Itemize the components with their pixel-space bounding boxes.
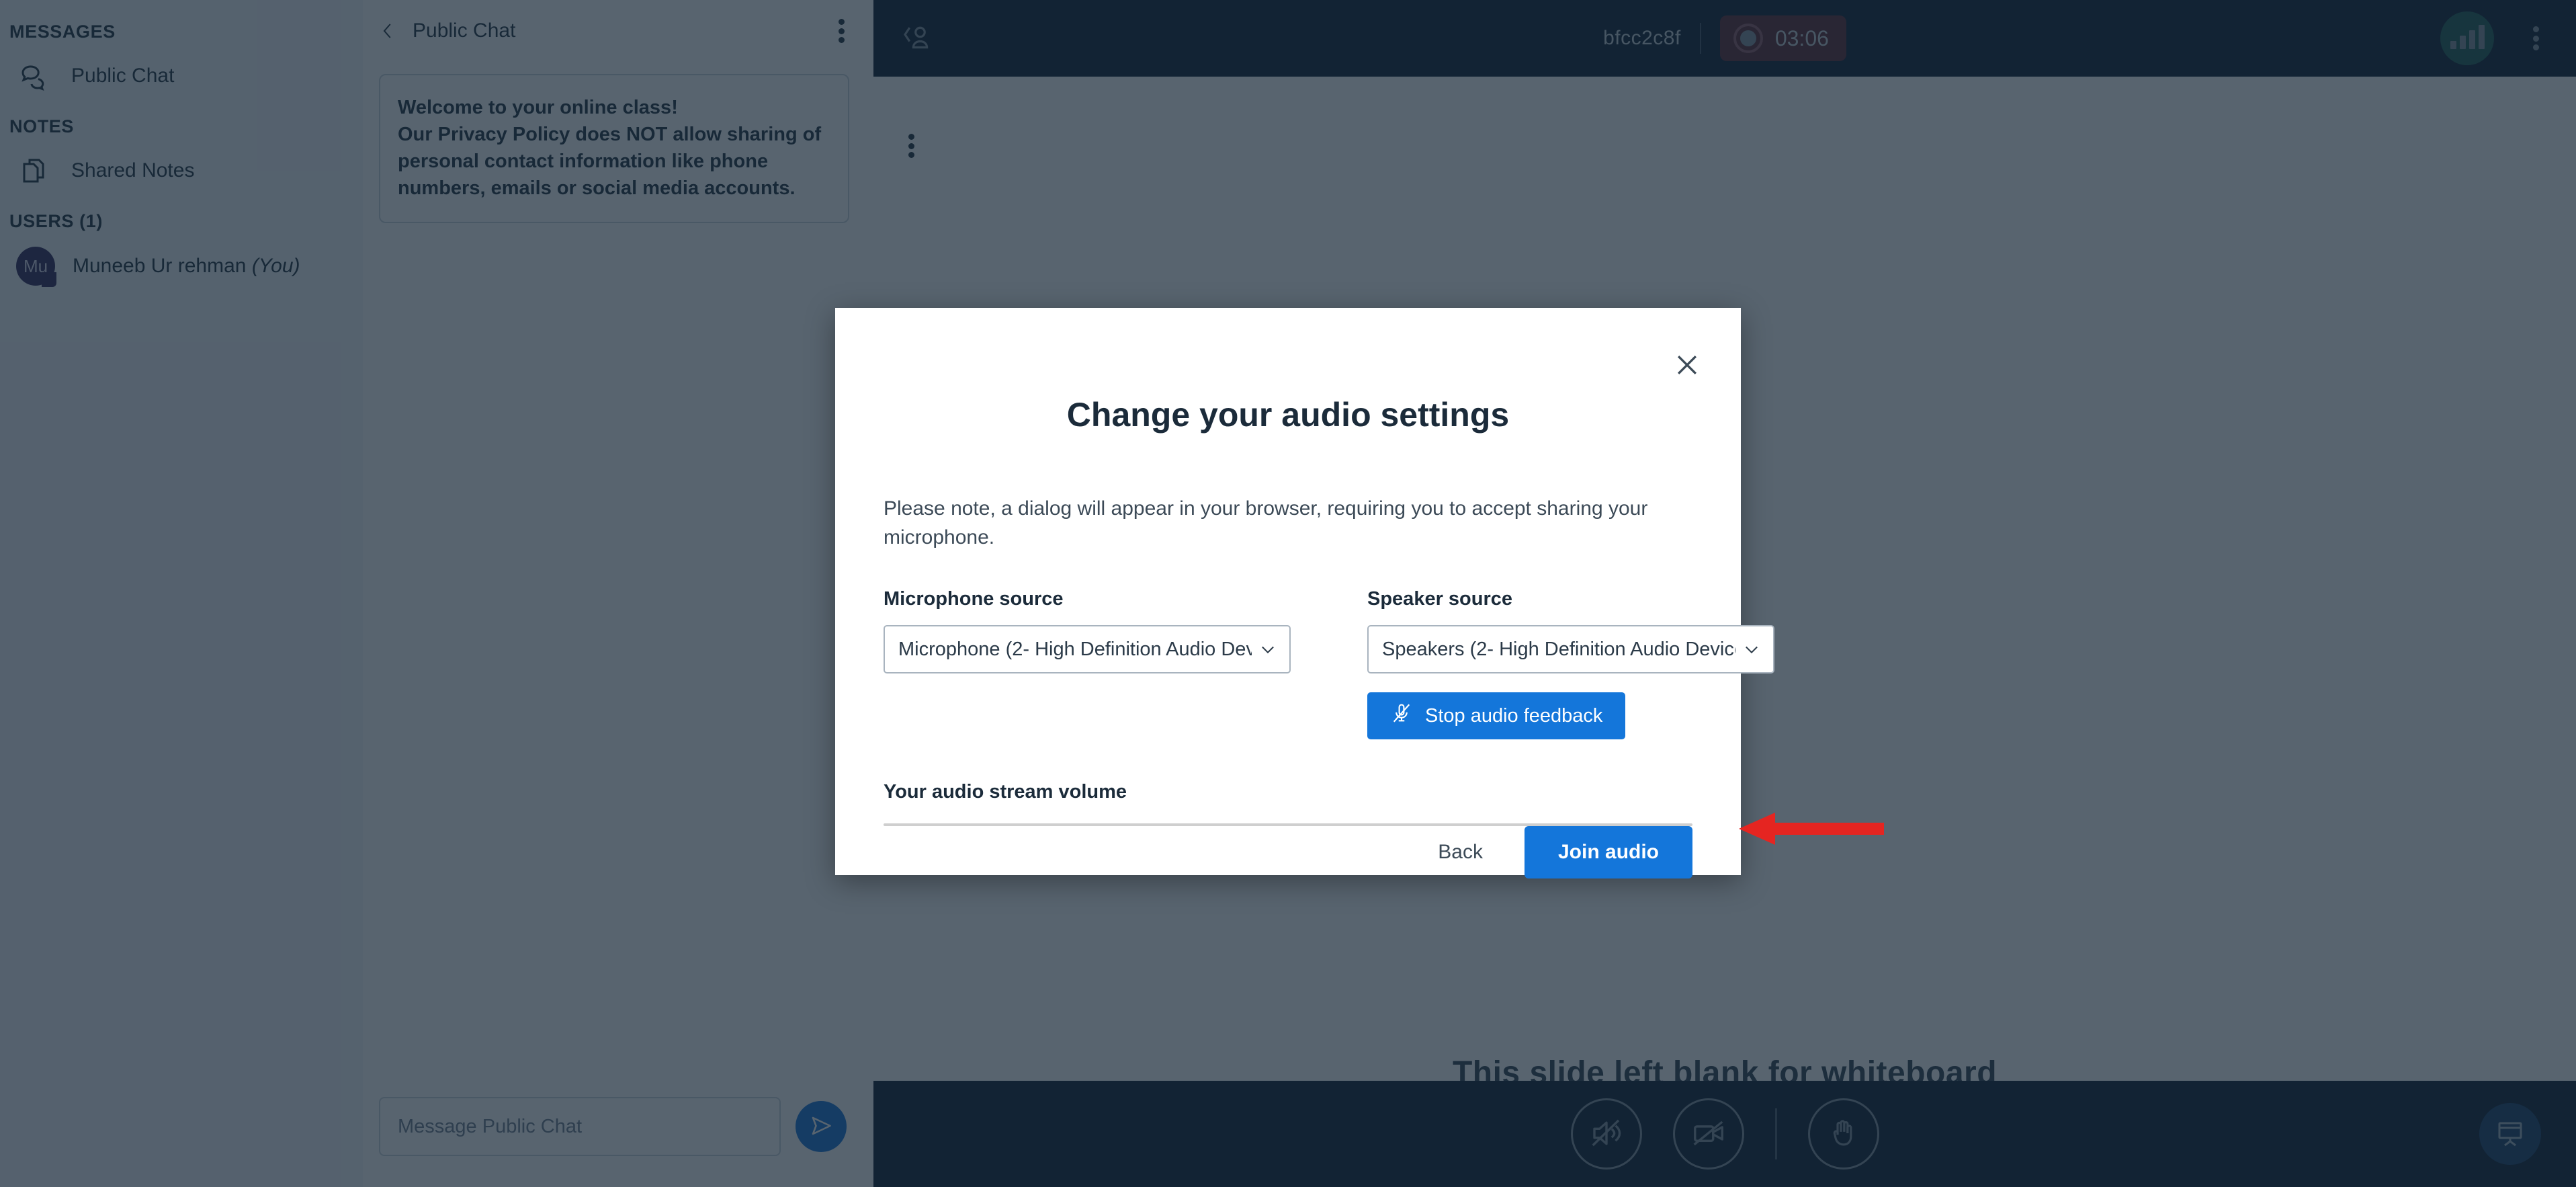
speaker-source-label: Speaker source bbox=[1367, 588, 1513, 610]
stop-audio-feedback-label: Stop audio feedback bbox=[1425, 704, 1603, 727]
microphone-source-select[interactable]: Microphone (2- High Definition Audio Dev… bbox=[884, 625, 1291, 674]
microphone-source-label: Microphone source bbox=[884, 588, 1064, 610]
audio-stream-volume-label: Your audio stream volume bbox=[884, 781, 1127, 803]
stop-audio-feedback-button[interactable]: Stop audio feedback bbox=[1367, 692, 1626, 740]
mic-off-icon bbox=[1390, 702, 1413, 730]
speaker-source-select[interactable]: Speakers (2- High Definition Audio Devic… bbox=[1367, 625, 1774, 674]
audio-settings-modal: Change your audio settings Please note, … bbox=[835, 308, 1774, 879]
bigbluebutton-app: MESSAGES Public Chat NOTES Shared Notes … bbox=[0, 0, 2576, 1187]
close-x-icon bbox=[1672, 350, 1702, 382]
close-modal-button[interactable] bbox=[1668, 347, 1706, 384]
microphone-source-group: Microphone source Microphone (2- High De… bbox=[884, 588, 1291, 739]
modal-title: Change your audio settings bbox=[1066, 396, 1510, 434]
join-audio-button[interactable]: Join audio bbox=[1525, 826, 1692, 879]
chevron-down-icon bbox=[1742, 640, 1761, 659]
chevron-down-icon bbox=[1258, 640, 1277, 659]
speaker-source-value: Speakers (2- High Definition Audio Devic… bbox=[1382, 638, 1735, 660]
back-button[interactable]: Back bbox=[1426, 831, 1495, 873]
speaker-source-group: Speaker source Speakers (2- High Definit… bbox=[1367, 588, 1774, 740]
modal-footer: Back Join audio bbox=[884, 826, 1692, 879]
microphone-source-value: Microphone (2- High Definition Audio Dev… bbox=[898, 638, 1252, 660]
audio-source-selectors: Microphone source Microphone (2- High De… bbox=[884, 588, 1774, 740]
modal-note: Please note, a dialog will appear in you… bbox=[884, 497, 1648, 548]
